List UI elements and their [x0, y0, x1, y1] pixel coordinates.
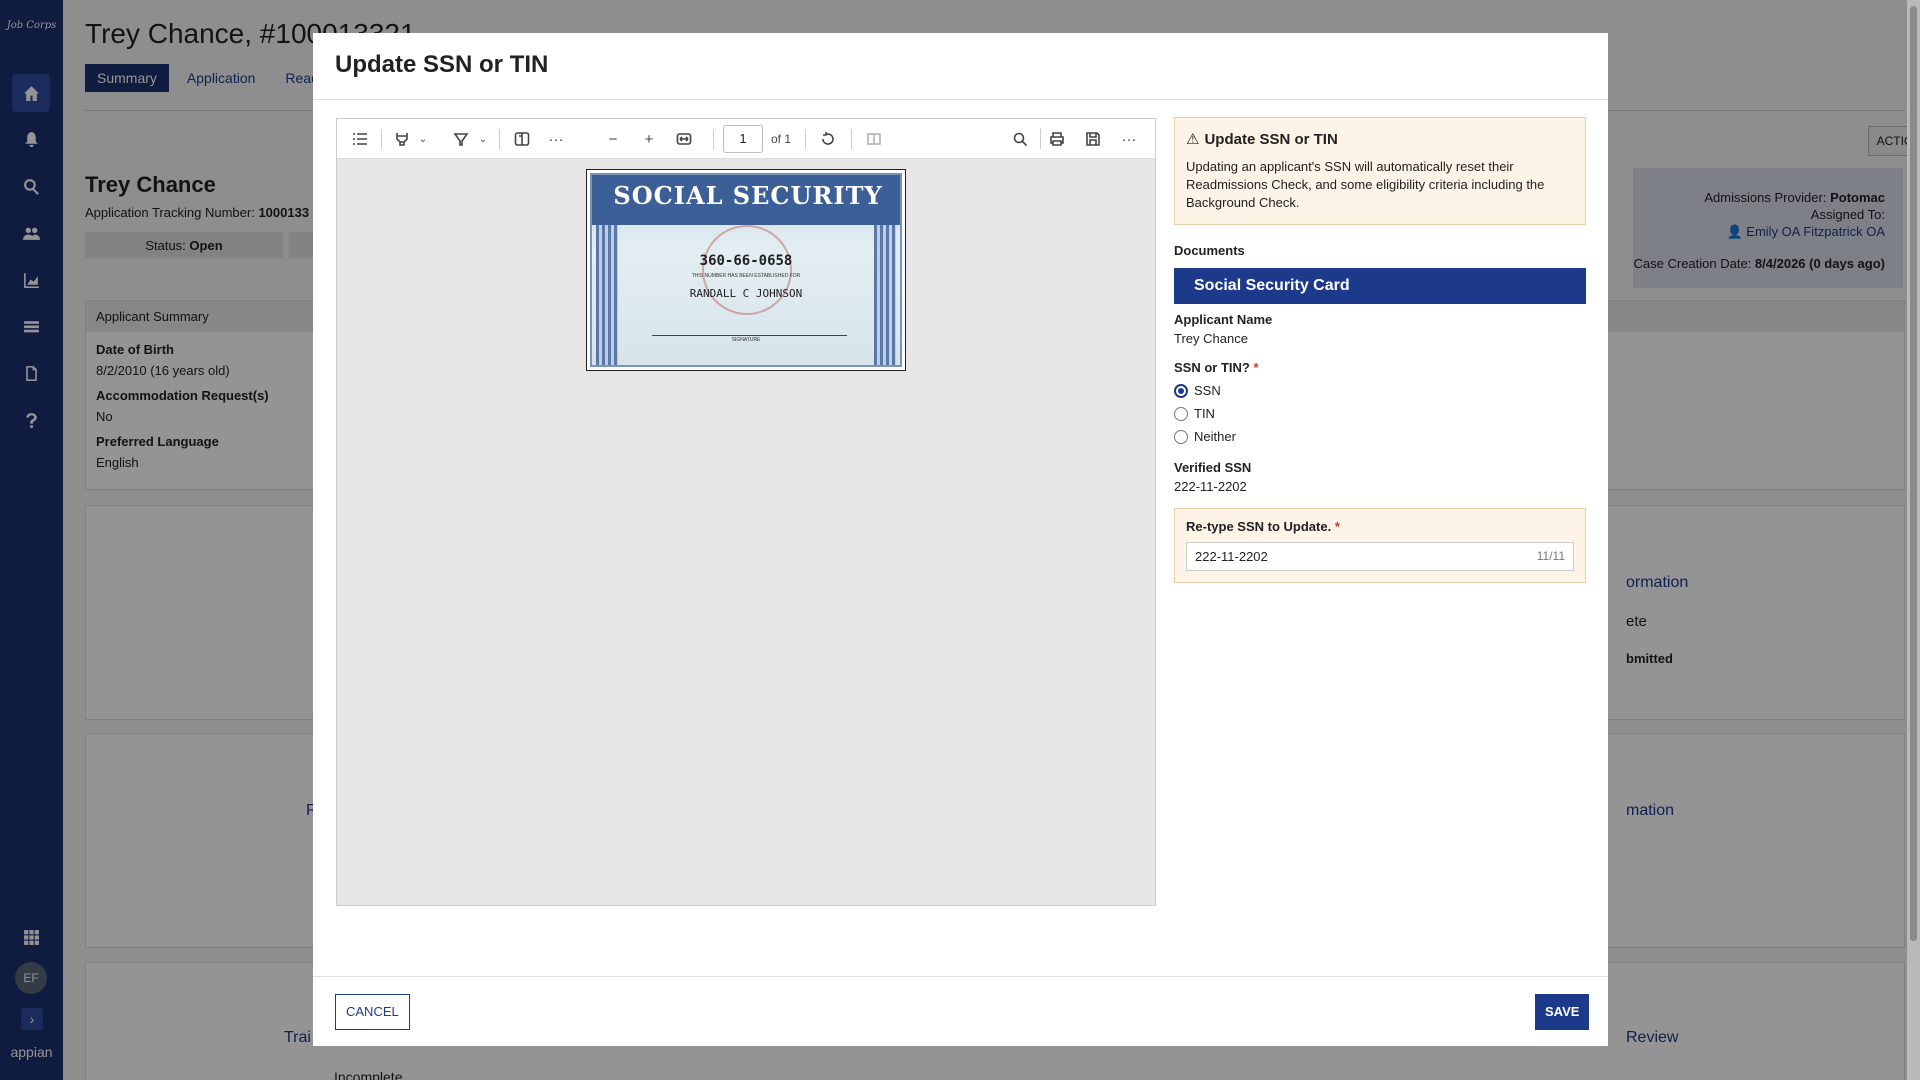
- toolbar-separator: [851, 129, 852, 149]
- rotate-icon: [822, 132, 834, 145]
- card-established-text: THIS NUMBER HAS BEEN ESTABLISHED FOR: [691, 273, 801, 279]
- retype-ssn-box: Re-type SSN to Update. * 222-11-2202 11/…: [1174, 508, 1586, 583]
- required-marker: *: [1334, 519, 1340, 534]
- retype-ssn-input[interactable]: 222-11-2202 11/11: [1186, 542, 1574, 571]
- find-button[interactable]: [1009, 128, 1031, 150]
- zoom-in-button[interactable]: +: [638, 128, 660, 150]
- list-icon: [353, 133, 367, 145]
- save-button[interactable]: SAVE: [1535, 994, 1590, 1030]
- warning-icon: ⚠: [1186, 131, 1200, 148]
- page-number-input[interactable]: 1: [723, 125, 763, 153]
- cancel-button[interactable]: CANCEL: [335, 994, 410, 1030]
- minus-icon: −: [608, 130, 618, 148]
- search-icon: [1013, 132, 1028, 147]
- page-view-icon: [867, 133, 881, 145]
- text-button[interactable]: [511, 128, 533, 150]
- card-name: RANDALL C JOHNSON: [689, 287, 803, 300]
- page-total: of 1: [771, 132, 792, 146]
- radio-label: TIN: [1194, 406, 1215, 421]
- warning-title: ⚠ Update SSN or TIN: [1186, 130, 1574, 149]
- warning-box: ⚠ Update SSN or TIN Updating an applican…: [1174, 117, 1586, 225]
- text-box-icon: [514, 132, 530, 146]
- warning-title-text: Update SSN or TIN: [1204, 130, 1338, 148]
- fit-width-icon: [676, 133, 692, 145]
- save-document-button[interactable]: [1082, 128, 1104, 150]
- print-button[interactable]: [1046, 128, 1068, 150]
- printer-icon: [1050, 132, 1064, 146]
- radio-label: Neither: [1194, 429, 1236, 444]
- more-options-button[interactable]: ···: [1118, 128, 1140, 150]
- ssn-tin-label-text: SSN or TIN?: [1174, 360, 1250, 375]
- toolbar-separator: [1040, 129, 1041, 149]
- toolbar-separator: [713, 129, 714, 149]
- card-signature-label: SIGNATURE: [731, 337, 761, 343]
- toolbar-separator: [805, 129, 806, 149]
- chevron-down-icon: ⌄: [418, 133, 428, 145]
- highlight-button[interactable]: [391, 128, 413, 150]
- highlight-dropdown[interactable]: ⌄: [417, 128, 429, 150]
- pen-icon: [453, 133, 469, 146]
- ssn-tin-label: SSN or TIN? *: [1174, 360, 1586, 375]
- radio-option-ssn[interactable]: SSN: [1174, 383, 1586, 398]
- retype-ssn-label: Re-type SSN to Update. *: [1186, 519, 1574, 534]
- chevron-down-icon: ⌄: [478, 133, 488, 145]
- verified-ssn-label: Verified SSN: [1174, 460, 1252, 475]
- card-signature-line: [652, 335, 847, 336]
- document-page: SOCIAL SECURITY 360-66-0658 THIS NUMBER …: [586, 169, 906, 371]
- update-ssn-dialog: Update SSN or TIN ⌄ ⌄ ··· − + 1 of 1 ···…: [313, 33, 1608, 1046]
- divider: [313, 99, 1608, 100]
- applicant-name-value: Trey Chance: [1174, 331, 1248, 346]
- required-marker: *: [1253, 360, 1259, 375]
- scrollbar-thumb[interactable]: [1910, 6, 1917, 941]
- radio-option-neither[interactable]: Neither: [1174, 429, 1586, 444]
- verified-ssn-value: 222-11-2202: [1174, 479, 1247, 494]
- radio-button[interactable]: [1174, 383, 1188, 398]
- radio-option-tin[interactable]: TIN: [1174, 406, 1586, 421]
- card-seal: [702, 225, 792, 315]
- warning-text: Updating an applicant's SSN will automat…: [1186, 159, 1545, 210]
- documents-label: Documents: [1174, 243, 1245, 258]
- character-counter: 11/11: [1536, 549, 1565, 563]
- radio-button[interactable]: [1174, 429, 1188, 444]
- floppy-disk-icon: [1086, 132, 1100, 146]
- toolbar-separator: [499, 129, 500, 149]
- retype-ssn-label-text: Re-type SSN to Update.: [1186, 519, 1332, 534]
- radio-label: SSN: [1194, 383, 1221, 398]
- more-tools-button[interactable]: ···: [545, 128, 567, 150]
- more-icon: ···: [1121, 130, 1137, 148]
- radio-button[interactable]: [1174, 406, 1188, 421]
- retype-ssn-value: 222-11-2202: [1195, 549, 1268, 564]
- highlighter-icon: [396, 133, 408, 146]
- more-icon: ···: [548, 130, 564, 148]
- viewer-toolbar: ⌄ ⌄ ··· − + 1 of 1 ···: [337, 119, 1155, 159]
- plus-icon: +: [644, 130, 654, 148]
- applicant-name-label: Applicant Name: [1174, 312, 1273, 327]
- page-view-button[interactable]: [863, 128, 885, 150]
- page-scrollbar[interactable]: [1907, 0, 1920, 1080]
- document-viewer: ⌄ ⌄ ··· − + 1 of 1 ··· SOCIAL SECURITY 3…: [336, 118, 1156, 906]
- document-card-header[interactable]: Social Security Card: [1174, 268, 1586, 304]
- social-security-card-image: SOCIAL SECURITY 360-66-0658 THIS NUMBER …: [590, 173, 902, 367]
- card-number: 360-66-0658: [699, 253, 793, 269]
- card-header-text: SOCIAL SECURITY: [613, 181, 883, 210]
- fit-width-button[interactable]: [673, 128, 695, 150]
- update-form: ⚠ Update SSN or TIN Updating an applican…: [1174, 117, 1586, 583]
- zoom-out-button[interactable]: −: [602, 128, 624, 150]
- outline-button[interactable]: [349, 128, 371, 150]
- rotate-button[interactable]: [817, 128, 839, 150]
- draw-dropdown[interactable]: ⌄: [477, 128, 489, 150]
- draw-button[interactable]: [450, 128, 472, 150]
- toolbar-separator: [381, 129, 382, 149]
- dialog-title: Update SSN or TIN: [335, 51, 549, 78]
- divider: [313, 976, 1608, 977]
